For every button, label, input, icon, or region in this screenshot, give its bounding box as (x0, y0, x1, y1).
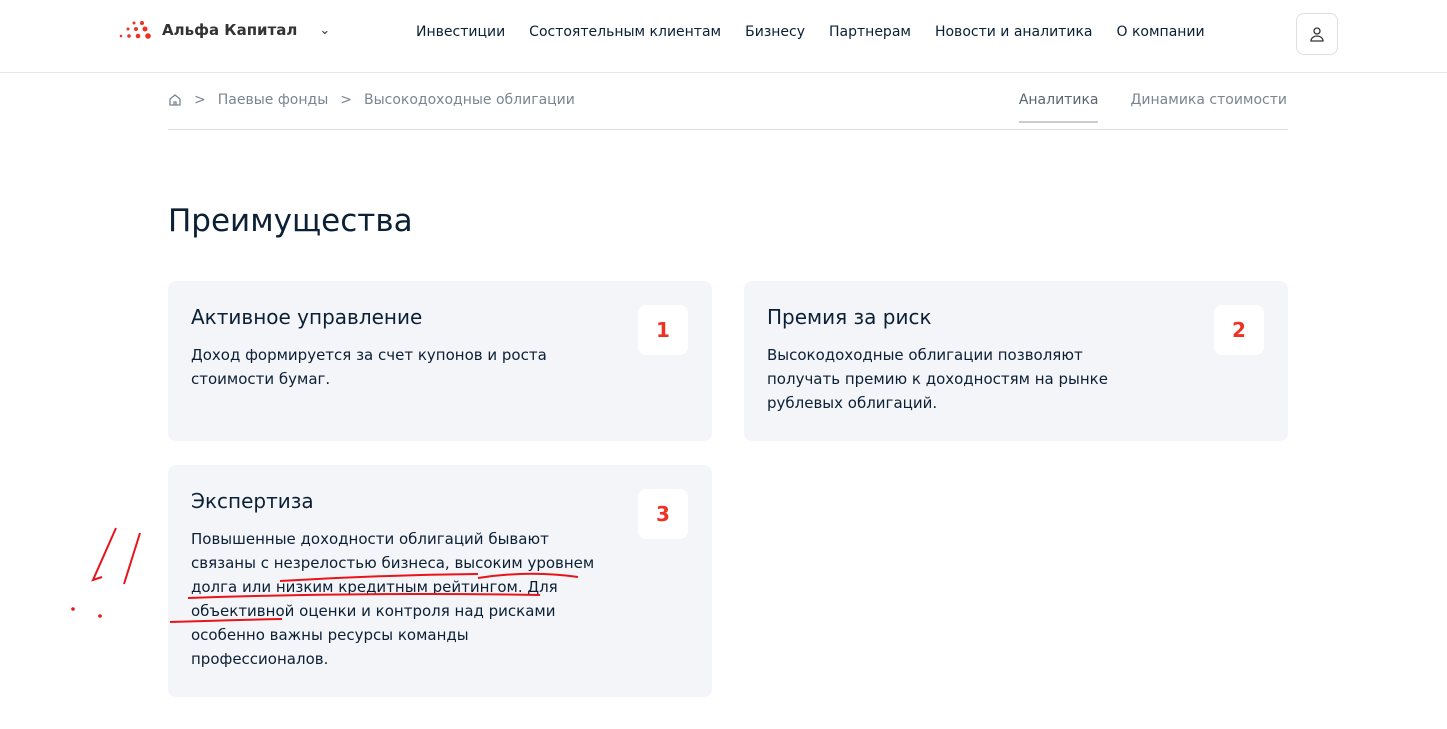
card-number: 1 (638, 305, 688, 355)
page-tabs: Аналитика Динамика стоимости (1018, 92, 1287, 123)
card-text: Доход формируется за счет купонов и рост… (191, 346, 547, 388)
card-number: 2 (1214, 305, 1264, 355)
advantage-card: Активное управление Доход формируется за… (168, 281, 712, 441)
advantage-card: Премия за риск Высокодоходные облигации … (744, 281, 1288, 441)
breadcrumb-funds[interactable]: Паевые фонды (218, 92, 329, 108)
tab-analytics[interactable]: Аналитика (1018, 92, 1099, 123)
site-header: Альфа Капитал ⌄ Инвестиции Состоятельным… (0, 0, 1447, 73)
card-text: Повышенные доходности облигаций бывают с… (191, 530, 595, 668)
logo[interactable]: Альфа Капитал ⌄ (118, 20, 330, 40)
card-title: Активное управление (191, 305, 423, 329)
chevron-down-icon[interactable]: ⌄ (319, 23, 330, 38)
logo-text: Альфа Капитал (162, 21, 298, 39)
nav-business[interactable]: Бизнесу (745, 24, 805, 40)
breadcrumb-separator: > (194, 92, 206, 108)
user-button[interactable] (1296, 13, 1338, 55)
user-icon (1310, 27, 1324, 42)
card-text: Высокодоходные облигации позволяют получ… (767, 346, 1108, 412)
breadcrumb-current: Высокодоходные облигации (363, 92, 575, 108)
breadcrumb: > Паевые фонды > Высокодоходные облигаци… (168, 92, 575, 108)
nav-wealthy-clients[interactable]: Состоятельным клиентам (529, 24, 721, 40)
divider (168, 129, 1288, 130)
breadcrumb-separator: > (340, 92, 352, 108)
nav-investments[interactable]: Инвестиции (416, 24, 505, 40)
nav-about[interactable]: О компании (1116, 24, 1204, 40)
nav-news[interactable]: Новости и аналитика (935, 24, 1093, 40)
page-title: Преимущества (168, 203, 413, 239)
logo-dots-icon (119, 21, 151, 39)
home-icon[interactable] (168, 93, 182, 107)
card-title: Экспертиза (191, 489, 314, 513)
advantage-card: Экспертиза Повышенные доходности облигац… (168, 465, 712, 697)
card-title: Премия за риск (767, 305, 932, 329)
card-number: 3 (638, 489, 688, 539)
tab-value-dynamics[interactable]: Динамика стоимости (1130, 92, 1287, 123)
main-nav: Инвестиции Состоятельным клиентам Бизнес… (416, 24, 1205, 40)
nav-partners[interactable]: Партнерам (829, 24, 911, 40)
